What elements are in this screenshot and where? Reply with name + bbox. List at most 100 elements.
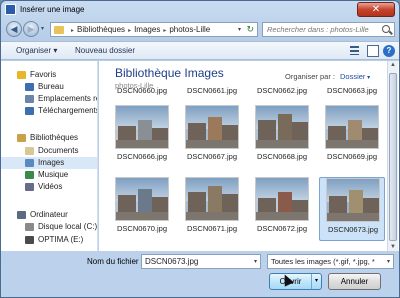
change-view-icon[interactable] xyxy=(348,45,362,57)
open-options-dropdown-icon[interactable]: ▾ xyxy=(311,274,321,289)
photo-thumbnail xyxy=(115,105,169,149)
sidebar-item[interactable]: OPTIMA (E:) xyxy=(1,234,97,246)
file-tile[interactable]: DSCN0673.jpg xyxy=(319,177,385,241)
cancel-button[interactable]: Annuler xyxy=(328,273,381,290)
forward-button[interactable]: ▶ xyxy=(23,21,39,37)
breadcrumb-separator-icon[interactable]: ▸ xyxy=(163,28,166,34)
file-type-filter[interactable]: Toutes les images (*.gif, *.jpg, * ▾ xyxy=(267,254,394,269)
back-button[interactable]: ◀ xyxy=(6,21,22,37)
drive-icon xyxy=(25,236,34,244)
scroll-down-icon[interactable]: ▼ xyxy=(390,244,396,250)
breadcrumb-photos-lille[interactable]: photos-Lille xyxy=(169,25,210,34)
sidebar-item[interactable]: Musique xyxy=(1,169,97,181)
file-name-partial[interactable]: DSCN0661.jpg xyxy=(187,86,237,95)
sidebar-item[interactable]: Favoris xyxy=(1,69,97,81)
sidebar-item-label: Ordinateur xyxy=(30,210,68,219)
sidebar-item-label: Disque local (C:) xyxy=(38,222,98,231)
file-name[interactable]: DSCN0668.jpg xyxy=(249,152,315,161)
file-list: Bibliothèque Images photos-Lille Organis… xyxy=(99,61,399,251)
sidebar-item[interactable]: Bibliothèques xyxy=(1,132,97,144)
downloads-icon xyxy=(25,107,34,115)
file-name-partial[interactable]: DSCN0663.jpg xyxy=(327,86,377,95)
file-tile[interactable]: DSCN0672.jpg xyxy=(249,177,315,241)
refresh-icon[interactable]: ↻ xyxy=(246,24,254,35)
scroll-up-icon[interactable]: ▲ xyxy=(390,62,396,68)
file-name[interactable]: DSCN0667.jpg xyxy=(179,152,245,161)
sidebar-item-label: Emplacements re xyxy=(38,94,98,103)
search-box[interactable] xyxy=(262,22,395,37)
star-icon xyxy=(17,71,26,79)
file-name-partial[interactable]: DSCN0662.jpg xyxy=(257,86,307,95)
preview-pane-icon[interactable] xyxy=(367,45,379,57)
sidebar-item-label: Musique xyxy=(38,170,69,179)
breadcrumb-images[interactable]: Images xyxy=(134,25,160,34)
breadcrumb-separator-icon[interactable]: ▸ xyxy=(128,28,131,34)
sidebar-item-label: Bibliothèques xyxy=(30,133,79,142)
file-tile[interactable]: DSCN0666.jpg xyxy=(109,105,175,169)
filename-dropdown-icon[interactable]: ▾ xyxy=(254,258,257,265)
filename-value[interactable]: DSCN0673.jpg xyxy=(145,257,198,266)
organize-button[interactable]: Organiser ▾ xyxy=(16,46,57,55)
title-bar: Insérer une image ✕ xyxy=(1,1,399,19)
arrange-by-label: Organiser par : xyxy=(285,72,336,81)
scrollbar-thumb[interactable] xyxy=(389,73,397,241)
file-tile[interactable]: DSCN0670.jpg xyxy=(109,177,175,241)
address-dropdown-icon[interactable]: ▾ xyxy=(238,26,241,33)
filename-label: Nom du fichier : xyxy=(87,257,144,266)
desktop-icon xyxy=(25,83,34,91)
photo-thumbnail xyxy=(255,177,309,221)
computer-icon xyxy=(17,211,26,219)
documents-icon xyxy=(25,147,34,155)
sidebar-item-label: Bureau xyxy=(38,82,64,91)
navigation-pane: Favoris Bureau Emplacements re Téléchargeme… xyxy=(1,61,98,251)
close-button[interactable]: ✕ xyxy=(357,2,395,17)
file-type-value[interactable]: Toutes les images (*.gif, *.jpg, * xyxy=(271,257,375,266)
vertical-scrollbar[interactable]: ▲ ▼ xyxy=(387,61,398,251)
photo-thumbnail xyxy=(326,178,380,222)
photo-thumbnail xyxy=(255,105,309,149)
videos-icon xyxy=(25,183,34,191)
file-name[interactable]: DSCN0666.jpg xyxy=(109,152,175,161)
file-name[interactable]: DSCN0673.jpg xyxy=(320,225,386,234)
file-tile[interactable]: DSCN0667.jpg xyxy=(179,105,245,169)
sidebar-item[interactable]: Téléchargements xyxy=(1,105,97,117)
pictures-icon xyxy=(25,159,34,167)
breadcrumb-libraries[interactable]: Bibliothèques xyxy=(77,25,125,34)
sidebar-item[interactable]: Bureau xyxy=(1,81,97,93)
arrange-by-dropdown[interactable]: Dossier xyxy=(340,72,370,81)
music-icon xyxy=(25,171,34,179)
app-icon xyxy=(5,4,16,15)
sidebar-item[interactable]: Emplacements re xyxy=(1,93,98,105)
sidebar-item[interactable]: Images xyxy=(1,157,97,169)
file-tile[interactable]: DSCN0671.jpg xyxy=(179,177,245,241)
new-folder-button[interactable]: Nouveau dossier xyxy=(75,46,135,55)
search-icon[interactable] xyxy=(382,25,390,33)
open-button[interactable]: Ouvrir ▾ xyxy=(269,273,322,290)
sidebar-item-label: Images xyxy=(38,158,65,167)
help-icon[interactable]: ? xyxy=(383,45,395,57)
filename-field[interactable]: DSCN0673.jpg ▾ xyxy=(141,254,261,269)
address-bar[interactable]: ▸ Bibliothèques ▸ Images ▸ photos-Lille ▾ ↻ xyxy=(50,22,258,37)
folder-icon xyxy=(54,26,64,34)
breadcrumb-separator-icon[interactable]: ▸ xyxy=(71,28,74,34)
file-name-partial[interactable]: DSCN0660.jpg xyxy=(117,86,167,95)
sidebar-item[interactable]: Vidéos xyxy=(1,181,97,193)
file-name[interactable]: DSCN0671.jpg xyxy=(179,224,245,233)
libraries-icon xyxy=(17,134,26,142)
sidebar-item[interactable]: Documents xyxy=(1,145,97,157)
sidebar-item-label: Documents xyxy=(38,146,79,155)
file-tile[interactable]: DSCN0669.jpg xyxy=(319,105,385,169)
file-name[interactable]: DSCN0672.jpg xyxy=(249,224,315,233)
sidebar-item[interactable]: Ordinateur xyxy=(1,209,97,221)
file-tile[interactable]: DSCN0668.jpg xyxy=(249,105,315,169)
search-input[interactable] xyxy=(263,23,378,36)
file-name[interactable]: DSCN0670.jpg xyxy=(109,224,175,233)
file-type-dropdown-icon[interactable]: ▾ xyxy=(387,258,390,265)
navigation-bar: ◀ ▶ ▾ ▸ Bibliothèques ▸ Images ▸ photos-Lille… xyxy=(1,20,399,40)
recent-pages-dropdown-icon[interactable]: ▾ xyxy=(41,25,44,32)
library-title: Bibliothèque Images xyxy=(115,66,224,80)
sidebar-item[interactable]: Disque local (C:) xyxy=(1,221,98,233)
file-name[interactable]: DSCN0669.jpg xyxy=(319,152,385,161)
dialog-window: Insérer une image ✕ ◀ ▶ ▾ ▸ Bibliothèques… xyxy=(0,0,400,298)
thumbnail-grid: DSCN0660.jpg DSCN0661.jpg DSCN0662.jpg DSCN… xyxy=(99,86,387,251)
